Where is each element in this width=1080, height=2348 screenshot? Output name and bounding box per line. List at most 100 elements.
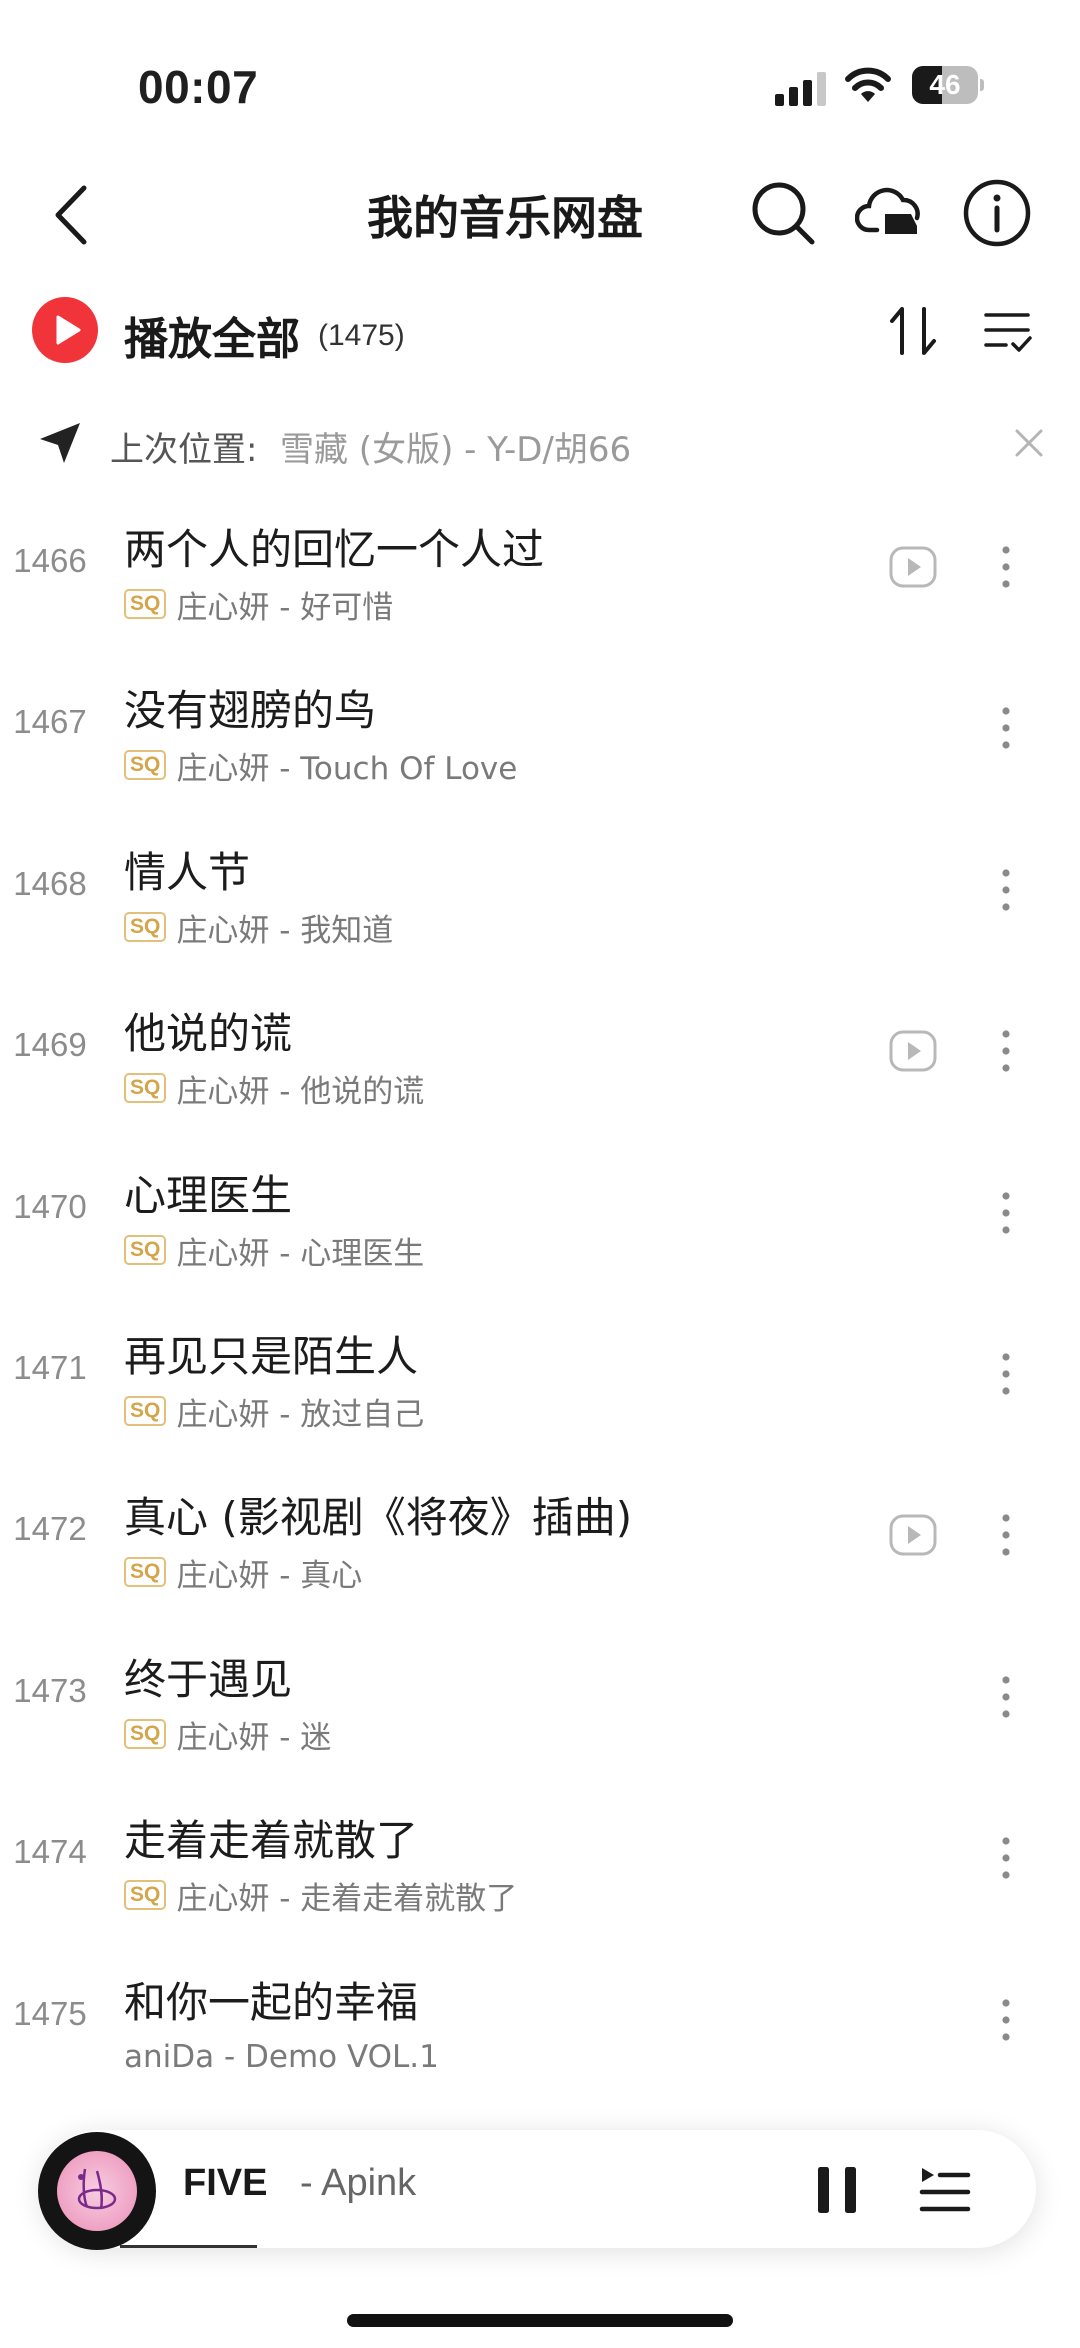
last-position-label: 上次位置:	[110, 430, 258, 470]
cellular-signal-icon	[775, 72, 826, 106]
song-title: 两个人的回忆一个人过	[124, 525, 545, 574]
song-row[interactable]: 1475 和你一起的幸福 aniDa - Demo VOL.1	[0, 1943, 1080, 2104]
sq-quality-badge: SQ	[124, 1557, 167, 1587]
song-title: 没有翅膀的鸟	[124, 686, 377, 735]
song-meta: SQ 庄心妍 - 好可惜	[124, 584, 394, 626]
sq-quality-badge: SQ	[124, 589, 167, 619]
song-title: 他说的谎	[124, 1009, 293, 1058]
song-row[interactable]: 1470 心理医生 SQ 庄心妍 - 心理医生	[0, 1136, 1080, 1297]
sq-quality-badge: SQ	[124, 1396, 167, 1426]
battery-icon: 46	[912, 66, 984, 104]
song-index: 1473	[13, 1672, 87, 1709]
status-bar: 00:07 46	[0, 0, 1080, 150]
home-indicator[interactable]	[347, 2314, 733, 2327]
sq-quality-badge: SQ	[124, 1235, 167, 1265]
song-index: 1468	[13, 865, 87, 902]
song-row[interactable]: 1469 他说的谎 SQ 庄心妍 - 他说的谎	[0, 974, 1080, 1135]
song-artist-album: 庄心妍 - Touch Of Love	[176, 750, 518, 787]
song-meta: SQ 庄心妍 - Touch Of Love	[124, 745, 518, 787]
song-meta: SQ 庄心妍 - 我知道	[124, 907, 394, 949]
sq-quality-badge: SQ	[124, 912, 167, 942]
song-row[interactable]: 1472 真心 (影视剧《将夜》插曲) SQ 庄心妍 - 真心	[0, 1458, 1080, 1619]
song-artist-album: 庄心妍 - 放过自己	[176, 1396, 425, 1433]
song-meta: SQ 庄心妍 - 真心	[124, 1552, 363, 1594]
song-meta: SQ 庄心妍 - 他说的谎	[124, 1068, 425, 1110]
info-icon[interactable]	[962, 178, 1032, 248]
sq-quality-badge: SQ	[124, 1719, 167, 1749]
song-row[interactable]: 1473 终于遇见 SQ 庄心妍 - 迷	[0, 1620, 1080, 1781]
nav-bar: 我的音乐网盘	[0, 160, 1080, 270]
song-index: 1475	[13, 1995, 87, 2032]
mv-play-icon[interactable]	[888, 1510, 938, 1560]
close-icon[interactable]	[1013, 427, 1045, 459]
more-options-icon[interactable]	[996, 1510, 1016, 1560]
last-position-bar[interactable]: 上次位置: 雪藏 (女版) - Y-D/胡66	[0, 405, 1080, 485]
more-options-icon[interactable]	[996, 1026, 1016, 1076]
song-row[interactable]: 1466 两个人的回忆一个人过 SQ 庄心妍 - 好可惜	[0, 490, 1080, 651]
mini-player[interactable]: FIVE - Apink	[38, 2130, 1036, 2250]
song-title: 和你一起的幸福	[124, 1978, 419, 2027]
song-artist-album: 庄心妍 - 他说的谎	[176, 1073, 425, 1110]
song-artist-album: 庄心妍 - 迷	[176, 1719, 332, 1756]
song-count: (1475)	[318, 319, 405, 352]
song-index: 1469	[13, 1026, 87, 1063]
play-all-row[interactable]: 播放全部 (1475)	[0, 285, 1080, 375]
song-row[interactable]: 1474 走着走着就散了 SQ 庄心妍 - 走着走着就散了	[0, 1781, 1080, 1942]
song-index: 1470	[13, 1188, 87, 1225]
song-row[interactable]: 1467 没有翅膀的鸟 SQ 庄心妍 - Touch Of Love	[0, 651, 1080, 812]
sq-quality-badge: SQ	[124, 1073, 167, 1103]
mv-play-icon[interactable]	[888, 1026, 938, 1076]
song-artist-album: aniDa - Demo VOL.1	[124, 2039, 439, 2075]
song-title: 终于遇见	[124, 1655, 293, 1704]
status-time: 00:07	[138, 61, 259, 113]
play-all-label[interactable]: 播放全部	[124, 303, 300, 367]
multi-select-icon[interactable]	[982, 305, 1034, 357]
song-meta: SQ 庄心妍 - 走着走着就散了	[124, 1875, 518, 1917]
song-title: 再见只是陌生人	[124, 1332, 419, 1381]
song-meta: aniDa - Demo VOL.1	[124, 2037, 439, 2077]
song-row[interactable]: 1471 再见只是陌生人 SQ 庄心妍 - 放过自己	[0, 1297, 1080, 1458]
cloud-upload-icon[interactable]	[855, 178, 927, 248]
play-icon[interactable]	[32, 297, 98, 363]
song-index: 1466	[13, 542, 87, 579]
song-artist-album: 庄心妍 - 我知道	[176, 912, 394, 949]
song-index: 1467	[13, 703, 87, 740]
song-row[interactable]: 1468 情人节 SQ 庄心妍 - 我知道	[0, 813, 1080, 974]
more-options-icon[interactable]	[996, 1995, 1016, 2045]
song-artist-album: 庄心妍 - 心理医生	[176, 1235, 425, 1272]
song-artist-album: 庄心妍 - 好可惜	[176, 589, 394, 626]
location-arrow-icon	[40, 423, 80, 463]
song-meta: SQ 庄心妍 - 心理医生	[124, 1230, 425, 1272]
mv-play-icon[interactable]	[888, 542, 938, 592]
more-options-icon[interactable]	[996, 865, 1016, 915]
song-artist-album: 庄心妍 - 走着走着就散了	[176, 1880, 518, 1917]
playback-progress[interactable]	[120, 2245, 1032, 2248]
more-options-icon[interactable]	[996, 1672, 1016, 1722]
song-title: 心理医生	[124, 1171, 293, 1220]
song-title: 真心 (影视剧《将夜》插曲)	[124, 1493, 633, 1542]
song-title: 情人节	[124, 848, 251, 897]
song-meta: SQ 庄心妍 - 迷	[124, 1714, 332, 1756]
album-art[interactable]	[38, 2132, 156, 2250]
song-meta: SQ 庄心妍 - 放过自己	[124, 1391, 425, 1433]
sort-icon[interactable]	[884, 303, 944, 359]
wifi-icon	[845, 67, 891, 102]
more-options-icon[interactable]	[996, 703, 1016, 753]
last-position-value[interactable]: 雪藏 (女版) - Y-D/胡66	[280, 422, 631, 471]
search-icon[interactable]	[748, 178, 818, 248]
sq-quality-badge: SQ	[124, 750, 167, 780]
song-index: 1472	[13, 1510, 87, 1547]
more-options-icon[interactable]	[996, 542, 1016, 592]
queue-icon[interactable]	[918, 2164, 972, 2216]
pause-icon[interactable]	[814, 2165, 860, 2215]
now-playing-artist: - Apink	[300, 2162, 417, 2204]
now-playing-song: FIVE	[183, 2162, 268, 2204]
sq-quality-badge: SQ	[124, 1880, 167, 1910]
more-options-icon[interactable]	[996, 1188, 1016, 1238]
song-artist-album: 庄心妍 - 真心	[176, 1557, 363, 1594]
more-options-icon[interactable]	[996, 1833, 1016, 1883]
song-index: 1474	[13, 1833, 87, 1870]
more-options-icon[interactable]	[996, 1349, 1016, 1399]
song-title: 走着走着就散了	[124, 1816, 419, 1865]
battery-level: 46	[929, 69, 961, 100]
